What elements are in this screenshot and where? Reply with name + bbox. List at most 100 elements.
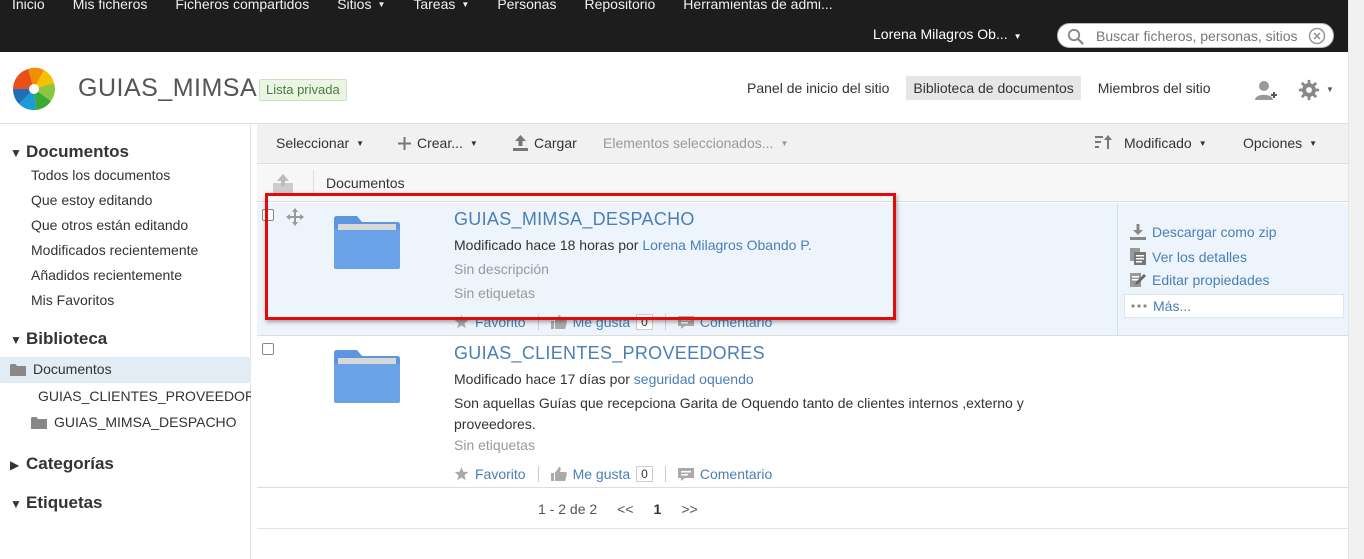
row-checkbox[interactable] — [262, 343, 274, 355]
site-dashboard-link[interactable]: Panel de inicio del sitio — [740, 76, 896, 100]
top-nav: Inicio Mis ficheros Ficheros compartidos… — [0, 0, 849, 14]
paginator-current-page[interactable]: 1 — [654, 501, 662, 517]
options-label: Opciones — [1243, 135, 1303, 151]
bottom-divider — [257, 528, 1348, 529]
clear-search-icon[interactable] — [1308, 27, 1326, 45]
add-member-icon[interactable] — [1254, 79, 1278, 101]
gear-icon[interactable] — [1297, 79, 1321, 101]
triangle-right-icon: ▶ — [10, 458, 20, 472]
social-divider — [537, 466, 539, 482]
filter-editing-by-me[interactable]: Que estoy editando — [31, 192, 152, 208]
tree-item-guias-mimsa-despacho[interactable]: GUIAS_MIMSA_DESPACHO — [31, 414, 251, 430]
documents-section-toggle[interactable]: ▼ Documentos — [10, 142, 129, 162]
tree-item-documents[interactable]: Documentos — [10, 361, 112, 377]
nav-sites-label: Sitios — [337, 0, 372, 12]
folder-icon[interactable] — [332, 349, 402, 403]
create-menu-button[interactable]: Crear... ▼ — [398, 135, 478, 151]
edit-icon — [1130, 273, 1146, 287]
sort-direction-button[interactable] — [1095, 135, 1119, 149]
upload-button[interactable]: Cargar — [513, 135, 577, 151]
nav-people[interactable]: Personas — [497, 0, 556, 14]
site-nav: Panel de inicio del sitio Biblioteca de … — [740, 76, 1228, 100]
categories-section-toggle[interactable]: ▶ Categorías — [10, 454, 114, 474]
upload-icon — [513, 135, 528, 151]
filter-my-favorites[interactable]: Mis Favoritos — [31, 292, 114, 308]
more-actions-label: Más... — [1153, 298, 1192, 314]
tags-section-toggle[interactable]: ▼ Etiquetas — [10, 493, 103, 513]
sort-field-menu[interactable]: Modificado ▼ — [1124, 135, 1207, 151]
edit-properties-action[interactable]: Editar propiedades — [1130, 272, 1270, 288]
nav-home[interactable]: Inicio — [12, 0, 45, 14]
modified-prefix: Modificado hace 17 días por — [454, 371, 630, 387]
nav-people-label: Personas — [497, 0, 557, 12]
create-label: Crear... — [417, 135, 463, 151]
like-label: Me gusta — [572, 466, 631, 482]
filter-recently-added[interactable]: Añadidos recientemente — [31, 267, 182, 283]
description: Son aquellas Guías que recepciona Garita… — [454, 395, 1024, 432]
user-menu[interactable]: Lorena Milagros Ob... ▼ — [873, 26, 1022, 42]
nav-shared-files[interactable]: Ficheros compartidos — [175, 0, 309, 14]
nav-home-label: Inicio — [12, 0, 45, 12]
top-bar: Inicio Mis ficheros Ficheros compartidos… — [0, 0, 1348, 52]
paginator: 1 - 2 de 2 << 1 >> — [538, 501, 718, 517]
site-members-link[interactable]: Miembros del sitio — [1091, 76, 1218, 100]
caret-down-icon[interactable]: ▼ — [1326, 85, 1334, 94]
select-menu-button[interactable]: Seleccionar ▼ — [276, 135, 364, 151]
comment-icon — [677, 467, 694, 481]
folder-name-link[interactable]: GUIAS_CLIENTES_PROVEEDORES — [454, 343, 765, 364]
caret-down-icon: ▼ — [1013, 32, 1022, 41]
filter-all-documents[interactable]: Todos los documentos — [31, 167, 170, 183]
social-bar: Favorito Me gusta 0 Comentario — [454, 466, 772, 482]
favorite-button[interactable]: Favorito — [454, 466, 526, 482]
caret-down-icon: ▼ — [377, 0, 386, 9]
folder-icon — [31, 416, 47, 429]
nav-my-files[interactable]: Mis ficheros — [73, 0, 148, 14]
caret-down-icon: ▼ — [1309, 138, 1318, 148]
comment-button[interactable]: Comentario — [677, 466, 772, 482]
download-zip-label: Descargar como zip — [1152, 224, 1277, 240]
triangle-down-icon: ▼ — [10, 146, 22, 160]
view-details-action[interactable]: Ver los detalles — [1130, 248, 1247, 265]
triangle-down-icon: ▼ — [10, 497, 22, 511]
tree-item-label: GUIAS_MIMSA_DESPACHO — [54, 414, 237, 430]
caret-down-icon: ▼ — [1198, 138, 1207, 148]
categories-heading: Categorías — [26, 454, 114, 473]
document-library-link[interactable]: Biblioteca de documentos — [906, 76, 1081, 100]
nav-repository[interactable]: Repositorio — [584, 0, 655, 14]
triangle-down-icon: ▼ — [10, 333, 22, 347]
row-actions-panel: Descargar como zip Ver los detalles Edit… — [1117, 203, 1348, 335]
search-input[interactable] — [1096, 26, 1302, 46]
visibility-badge: Lista privada — [259, 79, 347, 101]
tree-item-guias-clientes-proveedores[interactable]: GUIAS_CLIENTES_PROVEEDORES — [31, 388, 251, 404]
paginator-prev[interactable]: << — [617, 501, 633, 517]
plus-icon — [398, 136, 411, 150]
document-row[interactable]: GUIAS_CLIENTES_PROVEEDORES Modificado ha… — [257, 337, 1348, 488]
like-count: 0 — [636, 466, 653, 482]
filter-recently-modified[interactable]: Modificados recientemente — [31, 242, 198, 258]
nav-admin-tools[interactable]: Herramientas de admi... — [683, 0, 832, 14]
view-details-label: Ver los detalles — [1152, 248, 1247, 265]
sort-icon — [1095, 135, 1112, 149]
paginator-next[interactable]: >> — [681, 501, 697, 517]
folder-icon — [10, 363, 26, 376]
select-label: Seleccionar — [276, 135, 350, 151]
caret-down-icon: ▼ — [461, 0, 470, 9]
modified-info: Modificado hace 17 días por seguridad oq… — [454, 371, 754, 387]
library-heading: Biblioteca — [26, 329, 108, 348]
download-zip-action[interactable]: Descargar como zip — [1130, 224, 1277, 240]
scrollbar[interactable] — [1348, 0, 1364, 559]
nav-admin-tools-label: Herramientas de admi... — [683, 0, 833, 12]
selected-items-menu[interactable]: Elementos seleccionados... ▼ — [603, 135, 788, 151]
modifier-link[interactable]: seguridad oquendo — [634, 371, 754, 387]
more-actions-button[interactable]: Más... — [1124, 294, 1344, 318]
options-menu-button[interactable]: Opciones ▼ — [1243, 135, 1317, 151]
user-name: Lorena Milagros Ob... — [873, 26, 1008, 42]
nav-tasks[interactable]: Tareas ▼ — [413, 0, 469, 14]
library-section-toggle[interactable]: ▼ Biblioteca — [10, 329, 107, 349]
like-button[interactable]: Me gusta 0 — [550, 466, 653, 482]
selected-items-label: Elementos seleccionados... — [603, 135, 774, 151]
folder-up-icon[interactable] — [273, 174, 293, 194]
nav-sites[interactable]: Sitios ▼ — [337, 0, 385, 14]
filter-editing-by-others[interactable]: Que otros están editando — [31, 217, 188, 233]
nav-my-files-label: Mis ficheros — [72, 0, 148, 12]
